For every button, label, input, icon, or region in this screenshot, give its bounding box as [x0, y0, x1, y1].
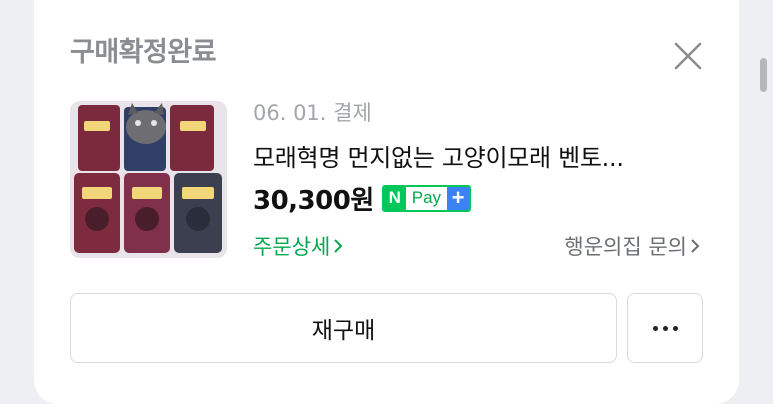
price-row: 30,300원 N Pay + — [253, 181, 472, 216]
order-detail-link[interactable]: 주문상세 — [253, 231, 344, 261]
order-card: 구매확정완료 06. 01. 결제 모래혁명 먼지없는 고양이모래 벤토... … — [34, 0, 739, 404]
chevron-right-icon — [691, 239, 700, 253]
npay-label: Pay — [411, 188, 442, 207]
product-price: 30,300원 — [253, 185, 374, 216]
more-horizontal-icon — [652, 325, 658, 331]
more-horizontal-icon — [672, 325, 678, 331]
product-title[interactable]: 모래혁명 먼지없는 고양이모래 벤토... — [253, 138, 693, 173]
order-status-title: 구매확정완료 — [70, 37, 217, 68]
more-horizontal-icon — [662, 325, 668, 331]
npay-n-icon: N — [383, 186, 406, 210]
npay-plus-icon: + — [447, 186, 470, 210]
order-detail-label: 주문상세 — [253, 235, 331, 259]
product-thumbnail[interactable] — [70, 101, 227, 258]
product-image — [70, 101, 227, 258]
rebuy-button[interactable]: 재구매 — [70, 293, 617, 363]
seller-inquiry-link[interactable]: 행운의집 문의 — [564, 231, 701, 261]
seller-inquiry-label: 행운의집 문의 — [564, 235, 687, 259]
more-options-button[interactable] — [627, 293, 703, 363]
scrollbar[interactable] — [760, 58, 767, 92]
order-date-status: 06. 01. 결제 — [253, 101, 372, 125]
close-icon[interactable] — [668, 36, 708, 76]
naver-pay-badge: N Pay + — [381, 184, 472, 212]
chevron-right-icon — [334, 239, 343, 253]
